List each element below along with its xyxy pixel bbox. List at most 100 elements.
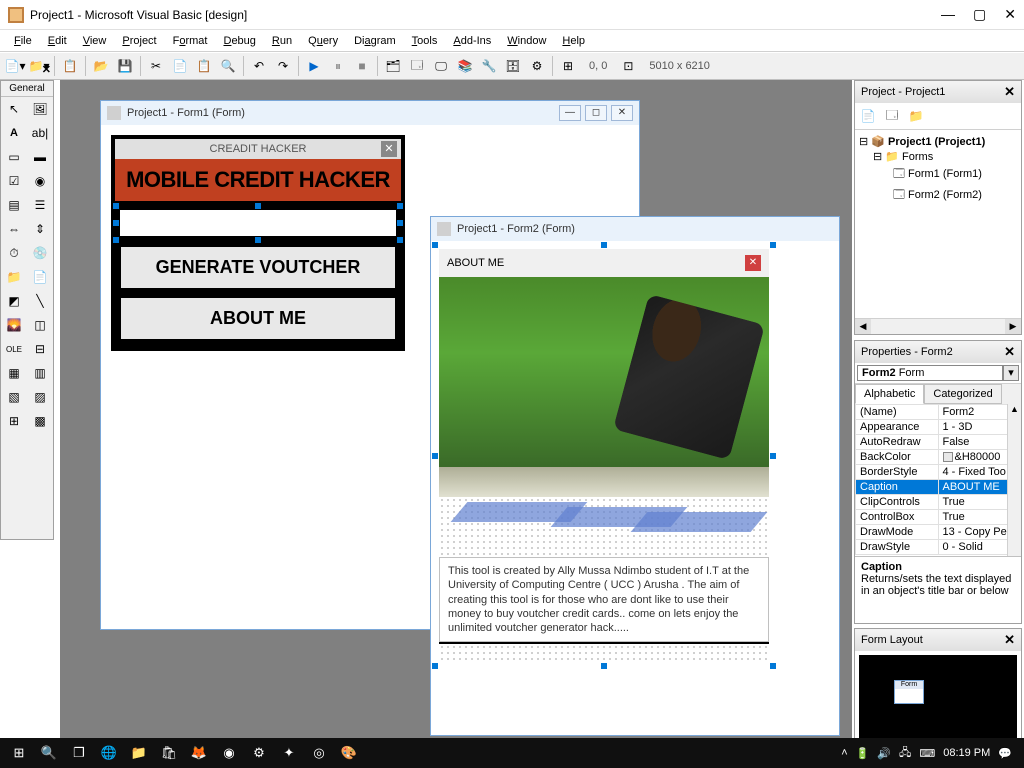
end-button[interactable]: ■ [351,55,373,77]
custom7-tool[interactable]: ▩ [27,409,53,433]
aboutme-button[interactable]: ABOUT ME [119,296,397,341]
commandbutton-tool[interactable]: ▬ [27,145,53,169]
custom5-tool[interactable]: ▨ [27,385,53,409]
battery-icon[interactable]: 🔋 [856,747,870,760]
form2-design-surface[interactable]: ABOUT ME ✕ This tool is created by Ally … [439,249,769,662]
label-tool[interactable]: A [1,121,27,145]
textbox-tool[interactable]: ab| [27,121,53,145]
drivelistbox-tool[interactable]: 💿 [27,241,53,265]
tab-alphabetic[interactable]: Alphabetic [855,384,924,404]
project-scroll-h[interactable]: ◀▶ [855,318,1021,334]
prop-row-drawstyle[interactable]: DrawStyle0 - Solid [856,540,1021,555]
form1-window-titlebar[interactable]: Project1 - Form1 (Form) — ◻ ✕ [101,101,639,125]
redo-button[interactable]: ↷ [272,55,294,77]
image-tool[interactable]: 🌄 [1,313,27,337]
prop-row-caption[interactable]: CaptionABOUT ME [856,480,1021,495]
open-button[interactable]: 📂 [90,55,112,77]
form1-min-button[interactable]: — [559,105,581,121]
menu-diagram[interactable]: Diagram [346,33,404,49]
properties-scroll-v[interactable]: ▲ [1007,404,1021,556]
edge-icon[interactable]: 🌐 [94,738,124,768]
app1-icon[interactable]: ✦ [274,738,304,768]
prop-row-autoredraw[interactable]: AutoRedrawFalse [856,435,1021,450]
menu-query[interactable]: Query [300,33,346,49]
app3-icon[interactable]: 🎨 [334,738,364,768]
prop-row-appearance[interactable]: Appearance1 - 3D [856,420,1021,435]
about-text-label[interactable]: This tool is created by Ally Mussa Ndimb… [439,557,769,642]
line-tool[interactable]: ╲ [27,289,53,313]
menu-addins[interactable]: Add-Ins [445,33,499,49]
save-button[interactable]: 💾 [114,55,136,77]
form2-designer-window[interactable]: Project1 - Form2 (Form) ABOUT ME ✕ This … [430,216,840,736]
hscrollbar-tool[interactable]: ⇔ [1,217,27,241]
undo-button[interactable]: ↶ [248,55,270,77]
find-button[interactable]: 🔍 [217,55,239,77]
start-button[interactable]: ▶ [303,55,325,77]
banner-label[interactable]: MOBILE CREDIT HACKER [115,159,401,201]
properties-button[interactable]: 🗔 [406,55,428,77]
prop-row-name[interactable]: (Name)Form2 [856,405,1021,420]
firefox-icon[interactable]: 🦊 [184,738,214,768]
notifications-icon[interactable]: 💬 [998,747,1012,760]
projectexplorer-button[interactable]: 🗂 [382,55,404,77]
prop-row-drawmode[interactable]: DrawMode13 - Copy Pe [856,525,1021,540]
menu-tools[interactable]: Tools [404,33,446,49]
menu-format[interactable]: Format [165,33,216,49]
properties-panel-close-icon[interactable]: ✕ [1004,344,1015,360]
about-photo[interactable] [439,277,769,467]
form2-inner-close-icon[interactable]: ✕ [745,255,761,271]
chrome-icon[interactable]: ◉ [214,738,244,768]
forms-folder-node[interactable]: Forms [902,151,933,163]
checkbox-tool[interactable]: ☑ [1,169,27,193]
prop-row-controlbox[interactable]: ControlBoxTrue [856,510,1021,525]
dataview-button[interactable]: 🗄 [502,55,524,77]
search-button[interactable]: 🔍 [34,738,64,768]
menu-debug[interactable]: Debug [215,33,263,49]
cut-button[interactable]: ✂ [145,55,167,77]
menu-view[interactable]: View [75,33,115,49]
properties-grid[interactable]: (Name)Form2Appearance1 - 3DAutoRedrawFal… [855,404,1021,556]
pointer-tool[interactable]: ↖ [1,97,27,121]
objectbrowser-button[interactable]: 📚 [454,55,476,77]
menueditor-button[interactable]: 📋 [59,55,81,77]
copy-button[interactable]: 📄 [169,55,191,77]
app2-icon[interactable]: ◎ [304,738,334,768]
view-code-button[interactable]: 📄 [857,105,879,127]
store-icon[interactable]: 🛍 [154,738,184,768]
vscrollbar-tool[interactable]: ⇕ [27,217,53,241]
taskview-button[interactable]: ❐ [64,738,94,768]
close-button[interactable]: ✕ [1004,6,1016,23]
frame-tool[interactable]: ▭ [1,145,27,169]
prop-row-backcolor[interactable]: BackColor&H80000 [856,450,1021,465]
clock[interactable]: 08:19 PM [943,747,990,759]
components-button[interactable]: ⚙ [526,55,548,77]
custom-tool[interactable]: ⊟ [27,337,53,361]
voucher-textbox[interactable] [119,209,397,237]
view-object-button[interactable]: 🗔 [881,105,903,127]
form-layout-preview[interactable]: Form [894,680,924,704]
network-icon[interactable]: 🖧 [899,744,911,763]
filelistbox-tool[interactable]: 📄 [27,265,53,289]
custom2-tool[interactable]: ▦ [1,361,27,385]
maximize-button[interactable]: ▢ [973,6,986,23]
minimize-button[interactable]: — [941,6,955,23]
dirlistbox-tool[interactable]: 📁 [1,265,27,289]
timer-tool[interactable]: ⏱ [1,241,27,265]
tree-form2-node[interactable]: Form2 (Form2) [908,189,982,201]
custom4-tool[interactable]: ▧ [1,385,27,409]
toggle-folders-button[interactable]: 📁 [905,105,927,127]
volume-icon[interactable]: 🔊 [877,747,891,760]
menu-edit[interactable]: Edit [40,33,75,49]
object-selector-dropdown-icon[interactable]: ▾ [1003,365,1019,381]
menu-run[interactable]: Run [264,33,300,49]
project-panel-close-icon[interactable]: ✕ [1004,84,1015,100]
custom6-tool[interactable]: ⊞ [1,409,27,433]
project-root-node[interactable]: Project1 (Project1) [888,136,985,148]
prop-row-borderstyle[interactable]: BorderStyle4 - Fixed Too [856,465,1021,480]
paste-button[interactable]: 📋 [193,55,215,77]
data-tool[interactable]: ◫ [27,313,53,337]
menu-file[interactable]: File [6,33,40,49]
generate-button[interactable]: GENERATE VOUTCHER [119,245,397,290]
toolbox-close-icon[interactable]: ✕ [42,63,51,76]
shape-tool[interactable]: ◩ [1,289,27,313]
